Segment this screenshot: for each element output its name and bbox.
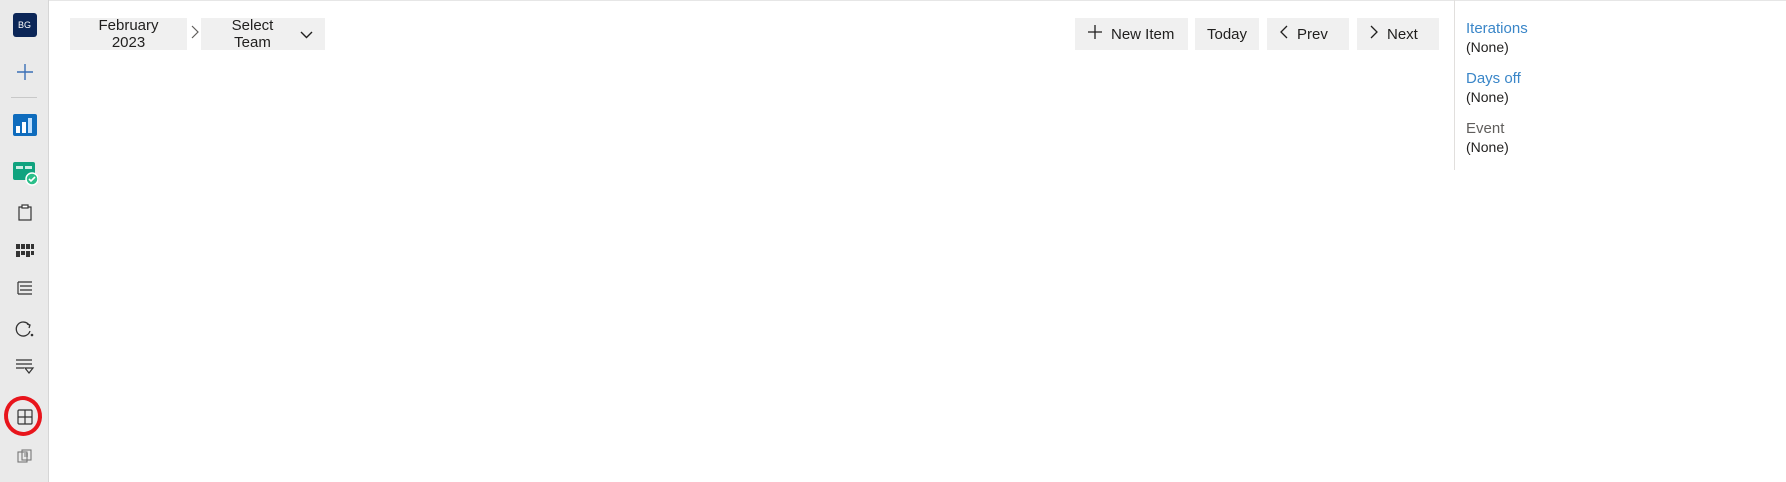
new-item-button[interactable]: New Item xyxy=(1075,18,1188,50)
avatar: BG xyxy=(12,13,37,37)
backlogs-icon[interactable] xyxy=(0,234,49,268)
avatar-button[interactable]: BG xyxy=(0,8,49,42)
delivery-plans-icon[interactable] xyxy=(0,350,49,384)
add-icon[interactable] xyxy=(0,55,49,89)
event-value: (None) xyxy=(1466,139,1509,155)
new-item-label: New Item xyxy=(1111,25,1175,43)
chevron-right-icon xyxy=(1369,24,1379,44)
queries-icon[interactable] xyxy=(0,312,49,346)
sprints-icon[interactable] xyxy=(0,272,49,306)
calendar-filter-panel: Iterations (None) Days off (None) Event … xyxy=(1454,0,1786,170)
next-button[interactable]: Next xyxy=(1357,18,1439,50)
today-button[interactable]: Today xyxy=(1195,18,1259,50)
event-heading: Event xyxy=(1466,120,1505,137)
month-breadcrumb-button[interactable]: February 2023 xyxy=(70,17,187,51)
work-items-icon[interactable] xyxy=(0,196,49,230)
days-off-link[interactable]: Days off xyxy=(1466,70,1786,88)
chevron-down-icon xyxy=(300,26,313,43)
rail-divider xyxy=(11,97,37,98)
iterations-link[interactable]: Iterations xyxy=(1466,20,1786,38)
today-label: Today xyxy=(1206,25,1248,43)
prev-label: Prev xyxy=(1297,25,1328,43)
left-nav-rail: BG xyxy=(0,0,49,482)
prev-button[interactable]: Prev xyxy=(1267,18,1349,50)
boards-icon[interactable] xyxy=(0,108,49,142)
select-team-dropdown[interactable]: Select Team xyxy=(201,17,325,51)
iterations-value: (None) xyxy=(1466,39,1509,55)
days-off-value: (None) xyxy=(1466,89,1509,105)
add-icon xyxy=(1087,24,1103,44)
retrospectives-icon[interactable] xyxy=(0,440,49,474)
next-label: Next xyxy=(1387,25,1418,43)
chevron-left-icon xyxy=(1279,24,1289,44)
breadcrumb-chevron-icon xyxy=(190,24,200,43)
plans-icon[interactable] xyxy=(0,156,49,190)
select-team-label: Select Team xyxy=(231,17,274,51)
month-label: February 2023 xyxy=(98,17,159,51)
